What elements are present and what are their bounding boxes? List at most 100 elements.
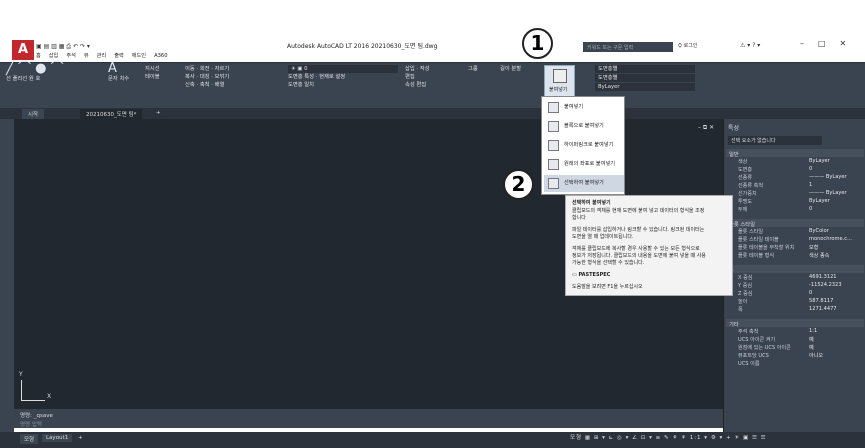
mirror-tool[interactable]: 대칭 [200,74,210,80]
command-input[interactable]: 명령 입력 [20,420,42,428]
edit-attributes[interactable]: 속성 편집 [405,82,426,88]
draw-panel[interactable]: ╱ ⌒ ● ⌒ 선 폴리선 원 호 [6,62,64,83]
property-row[interactable]: 폭 1271.4477 [738,306,864,314]
tab-insert[interactable]: 삽입 [49,53,59,59]
paste-button[interactable]: 붙여넣기 [544,65,575,97]
status-bar[interactable]: 모형 ▦ ⊞ ▾ ⊾ ◎ ▾ ∠ ⊡ ▾ ≡ ✎ ⚘ ⚘ 1:1 ▾ ⚙ ▾ +… [570,433,767,441]
section-view[interactable]: 뷰 [726,265,864,274]
menu-item-paste-1[interactable]: 블록으로 붙여넣기 [544,118,624,135]
line-tool[interactable]: 선 [6,76,11,82]
property-row[interactable]: 플롯 테이블을 부착할 위치 모형 [738,244,864,252]
property-value[interactable]: ByColor [809,228,829,234]
menu-item-paste-2[interactable]: 하이퍼링크로 붙여넣기 [544,137,624,154]
array-tool[interactable]: 배열 [215,82,225,88]
leader-tool[interactable]: 지시선 [145,65,160,73]
property-value[interactable]: 0 [809,206,812,212]
property-value[interactable]: 1271.4477 [809,306,837,312]
tab-view[interactable]: 뷰 [84,53,89,59]
match-layer[interactable]: 도면층 일치 [288,82,314,88]
property-row[interactable]: X 중심 4691.3121 [738,274,864,282]
menu-item-paste-3[interactable]: 원래의 좌표로 붙여넣기 [544,156,624,173]
color-dropdown[interactable]: 도면층별 [595,65,695,73]
group-tool[interactable]: 그룹 [468,65,478,73]
quick-access-toolbar[interactable]: ▣ ▤ ▥ ▦ ⎙ ↶ ↷ ▾ [36,43,90,51]
text-icon[interactable]: A [108,61,117,76]
property-value[interactable]: 색상 종속 [809,252,829,259]
utilities-panel[interactable]: 길이 분할 [500,65,521,73]
annotation-panel[interactable]: A 문자 치수 [108,62,129,83]
viewport-controls[interactable]: – ⧉ ✕ [698,124,714,132]
block-panel[interactable]: 삽입 · 작성 편집 속성 편집 [405,65,430,89]
property-row[interactable]: 선가중치 ——— ByLayer [738,190,864,198]
property-value[interactable]: ByLayer [809,198,830,204]
lineweight-dropdown[interactable]: ByLayer [595,83,695,91]
scale-tool[interactable]: 축척 [200,82,210,88]
property-value[interactable]: 1 [809,182,812,188]
property-value[interactable]: 예 [809,336,814,343]
property-value[interactable]: 1:1 [809,328,817,334]
property-row[interactable]: 플롯 테이블 형식 색상 종속 [738,252,864,260]
property-value[interactable]: 모형 [809,244,818,251]
set-current[interactable]: 현재로 설정 [319,74,345,80]
create-block[interactable]: 작성 [420,66,430,72]
property-row[interactable]: 선종류 ——— ByLayer [738,174,864,182]
menu-item-paste-0[interactable]: 붙여넣기 [544,99,624,116]
search-input[interactable]: 키워드 또는 구문 입력 [583,42,673,52]
property-value[interactable]: 587.8117 [809,298,833,304]
measure-tool[interactable]: 길이 분할 [500,65,521,73]
property-row[interactable]: 선종류 축척 1 [738,182,864,190]
insert-block[interactable]: 삽입 [405,66,415,72]
polyline-tool[interactable]: 폴리선 [13,76,28,82]
property-value[interactable]: 4691.3121 [809,274,837,280]
edit-block[interactable]: 편집 [405,74,415,80]
property-row[interactable]: 높이 587.8117 [738,298,864,306]
property-value[interactable]: -11524.2323 [809,282,842,288]
property-row[interactable]: UCS 아이콘 켜기 예 [738,336,864,344]
property-value[interactable]: 0 [809,290,812,296]
tab-annotate[interactable]: 주석 [66,53,76,59]
property-value[interactable]: ByLayer [809,158,830,164]
property-row[interactable]: Z 중심 0 [738,290,864,298]
sign-in-button[interactable]: ⛭ 로그인 [678,42,697,49]
tab-manage[interactable]: 관리 [97,53,107,59]
fillet-tool[interactable]: 모깎기 [215,74,230,80]
modify-panel[interactable]: 이동 · 회전 · 자르기 복사 · 대칭 · 모깎기 신축 · 축척 · 배열 [185,65,229,89]
circle-tool[interactable]: 원 [29,76,34,82]
property-row[interactable]: Y 중심 -11524.2323 [738,282,864,290]
copy-tool[interactable]: 복사 [185,74,195,80]
property-row[interactable]: 뷰포트당 UCS 아니오 [738,352,864,360]
property-row[interactable]: 플롯 스타일 테이블 monochrome.c... [738,236,864,244]
tab-addins[interactable]: 애드인 [132,53,146,59]
tab-output[interactable]: 출력 [114,53,124,59]
rotate-tool[interactable]: 회전 [200,66,210,72]
properties-panel[interactable]: 도면층별 도면층별 ByLayer [595,65,695,91]
help-icon[interactable]: ⚠ ▾ ? ▾ [740,42,760,49]
layers-panel[interactable]: ☀ ▣ 0 도면층 특성 · 현재로 설정 도면층 일치 [288,65,398,89]
property-row[interactable]: 주석 축척 1:1 [738,328,864,336]
arc-tool[interactable]: 호 [35,76,40,82]
tab-document[interactable]: 20210630_도면 팀* [80,109,143,119]
app-logo[interactable]: A [12,40,34,60]
property-row[interactable]: UCS 이름 [738,360,864,368]
layer-properties[interactable]: 도면층 특성 [288,74,314,80]
section-misc[interactable]: 기타 [726,319,864,328]
property-row[interactable]: 색상 ByLayer [738,158,864,166]
window-controls[interactable]: –□✕ [800,39,860,48]
linetype-dropdown[interactable]: 도면층별 [595,74,695,82]
property-row[interactable]: 플롯 스타일 ByColor [738,228,864,236]
tab-home[interactable]: 홈 [36,53,41,59]
property-row[interactable]: 원점에 있는 UCS 아이콘 예 [738,344,864,352]
trim-tool[interactable]: 자르기 [215,66,230,72]
property-value[interactable]: 예 [809,344,814,351]
property-value[interactable]: ——— ByLayer [809,190,847,196]
property-value[interactable]: monochrome.c... [809,236,852,242]
ribbon-tabs[interactable]: 홈 삽입 주석 뷰 관리 출력 애드인 A360 [36,52,865,62]
tab-layout1[interactable]: Layout1 [42,434,73,442]
property-value[interactable]: 0 [809,166,812,172]
tab-start[interactable]: 시작 [22,109,45,119]
table-tool[interactable]: 테이블 [145,73,160,81]
line-icon[interactable]: ╱ ⌒ ● ⌒ [6,61,64,76]
selection-dropdown[interactable]: 선택 요소가 없습니다 [728,136,822,145]
dimension-tool[interactable]: 치수 [119,76,129,82]
text-tool[interactable]: 문자 [108,76,118,82]
